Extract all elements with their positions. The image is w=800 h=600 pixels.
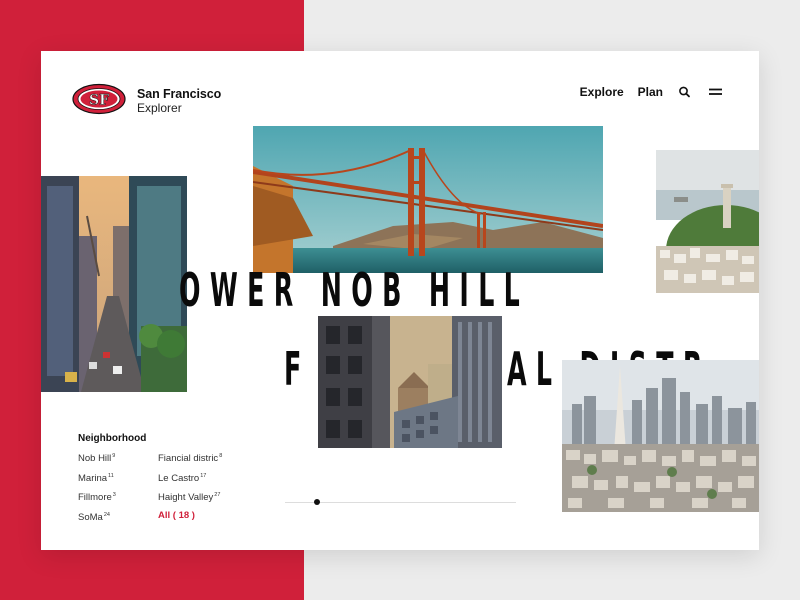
neighborhood-item[interactable]: SoMa24 bbox=[78, 507, 116, 527]
logo-text: SF bbox=[89, 93, 109, 109]
brand-title: San Francisco bbox=[137, 87, 222, 101]
search-icon[interactable] bbox=[677, 85, 693, 99]
neighborhood-all-link[interactable]: All ( 18 ) bbox=[158, 507, 222, 525]
menu-icon[interactable] bbox=[707, 85, 723, 99]
hero-text-line2-left: F bbox=[284, 342, 311, 396]
neighborhood-title: Neighborhood bbox=[78, 433, 147, 444]
photo-city-skyline[interactable] bbox=[562, 360, 759, 512]
nav-plan[interactable]: Plan bbox=[638, 85, 663, 99]
photo-financial-buildings[interactable] bbox=[318, 316, 502, 448]
neighborhood-item[interactable]: Fillmore3 bbox=[78, 487, 116, 507]
nav-explore[interactable]: Explore bbox=[580, 85, 624, 99]
photo-downtown-street[interactable] bbox=[41, 176, 187, 392]
brand-name[interactable]: San Francisco Explorer bbox=[137, 87, 221, 115]
neighborhood-item[interactable]: Marina11 bbox=[78, 468, 116, 488]
brand-logo[interactable]: SF bbox=[72, 83, 138, 115]
neighborhood-item[interactable]: Haight Valley27 bbox=[158, 487, 222, 507]
slider-indicator[interactable] bbox=[314, 499, 320, 505]
neighborhood-item[interactable]: Nob Hill9 bbox=[78, 448, 116, 468]
hero-text-nob-hill: OWER NOB HILL bbox=[179, 263, 530, 317]
neighborhood-list-col1: Nob Hill9 Marina11 Fillmore3 SoMa24 bbox=[78, 448, 116, 527]
photo-coit-tower[interactable] bbox=[656, 150, 759, 293]
neighborhood-item[interactable]: Fiancial distric8 bbox=[158, 448, 222, 468]
neighborhood-list-col2: Fiancial distric8 Le Castro17 Haight Val… bbox=[158, 448, 222, 524]
main-card: SF San Francisco Explorer Explore Plan O… bbox=[41, 51, 759, 550]
brand-subtitle: Explorer bbox=[137, 101, 182, 115]
top-nav: Explore Plan bbox=[580, 85, 723, 99]
neighborhood-item[interactable]: Le Castro17 bbox=[158, 468, 222, 488]
photo-golden-gate-bridge[interactable] bbox=[253, 126, 603, 273]
